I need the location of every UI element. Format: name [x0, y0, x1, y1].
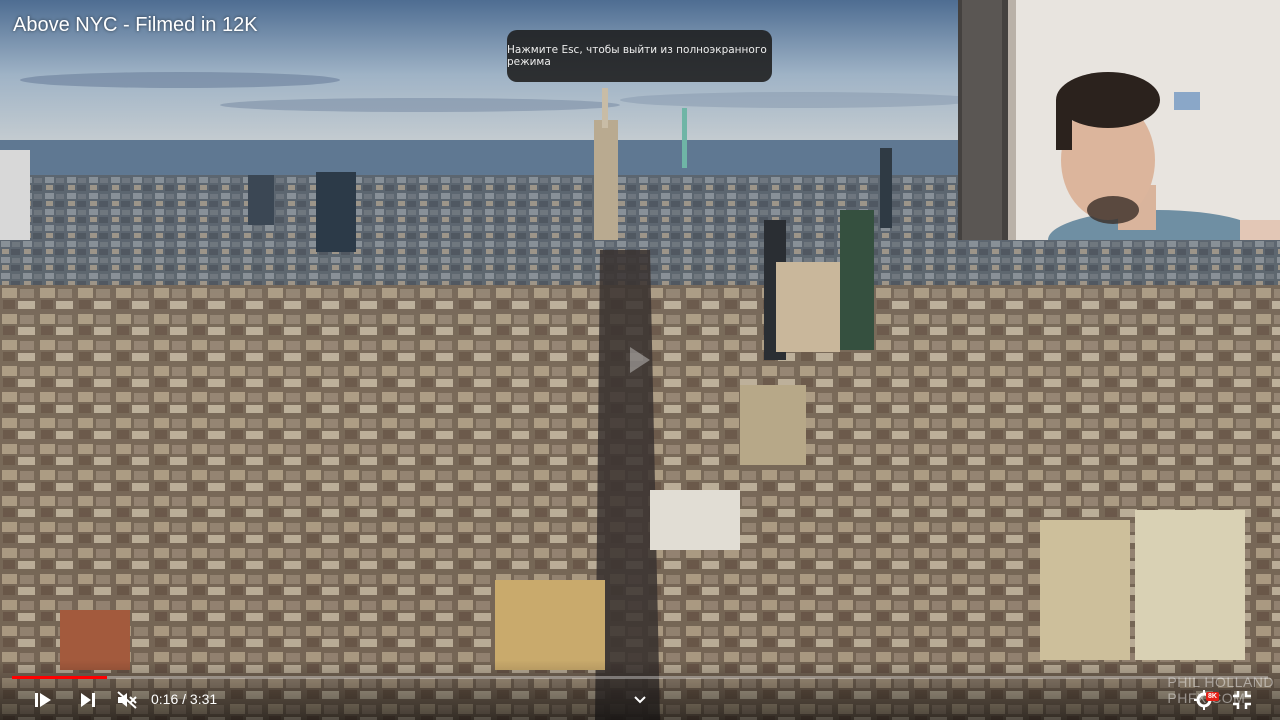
- toast-message: Нажмите Esc, чтобы выйти из полноэкранно…: [507, 44, 767, 68]
- fullscreen-exit-toast: Нажмите Esc, чтобы выйти из полноэкранно…: [507, 30, 772, 82]
- watermark-line-1: PHIL HOLLAND: [1167, 674, 1274, 690]
- play-pause-icon: [35, 693, 51, 707]
- chapters-expand-button[interactable]: [630, 688, 650, 712]
- video-title: Above NYC - Filmed in 12K: [13, 14, 258, 36]
- center-play-icon: [628, 345, 652, 380]
- next-button[interactable]: [76, 688, 100, 712]
- skip-next-icon: [81, 693, 95, 707]
- progress-bar-played: [12, 676, 108, 679]
- webcam-person-image: [958, 0, 1280, 240]
- exit-fullscreen-icon: [1233, 691, 1251, 709]
- progress-bar[interactable]: [12, 676, 1268, 679]
- chevron-down-icon: [634, 696, 646, 704]
- volume-muted-icon: [117, 691, 137, 709]
- quality-badge: 8K: [1206, 692, 1219, 701]
- webcam-overlay: [958, 0, 1280, 240]
- watermark: PHIL HOLLAND PHFX.COM: [1167, 674, 1274, 706]
- play-button[interactable]: [30, 688, 56, 712]
- mute-button[interactable]: [114, 688, 140, 712]
- watermark-line-2: PHFX.COM: [1167, 690, 1274, 706]
- exit-fullscreen-button[interactable]: [1230, 688, 1254, 712]
- time-display: 0:16 / 3:31: [151, 691, 218, 707]
